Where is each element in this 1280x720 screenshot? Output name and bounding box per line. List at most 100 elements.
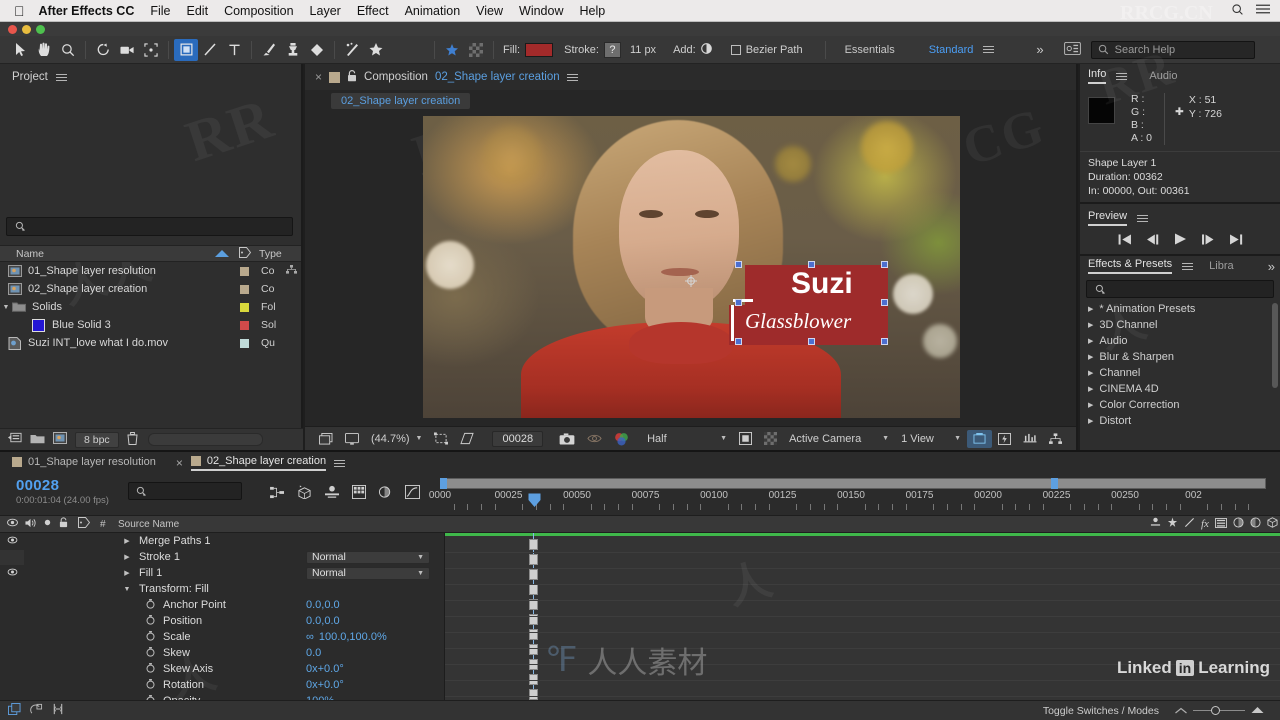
region-of-interest-icon[interactable] [428, 430, 454, 448]
stroke-width-value[interactable]: 11 px [630, 44, 656, 56]
new-comp-icon[interactable] [53, 432, 67, 447]
keyframe-marker[interactable] [529, 539, 538, 550]
workspace-essentials[interactable]: Essentials [845, 44, 895, 56]
menu-edit[interactable]: Edit [187, 4, 209, 18]
stopwatch-icon[interactable] [142, 646, 158, 660]
stroke-color-swatch[interactable]: ? [603, 41, 621, 58]
menu-animation[interactable]: Animation [405, 4, 461, 18]
transform-handle[interactable] [735, 261, 742, 268]
shy-icon[interactable] [1150, 517, 1161, 531]
first-frame-button[interactable] [1118, 232, 1132, 250]
3d-layer-icon[interactable] [1267, 517, 1278, 531]
motion-blur-footer-icon[interactable] [52, 703, 64, 718]
workspace-menu-icon[interactable] [983, 44, 995, 55]
close-icon[interactable]: × [315, 70, 322, 84]
fast-previews-icon[interactable] [992, 430, 1017, 448]
close-icon[interactable]: × [176, 456, 183, 470]
composition-panel-menu-icon[interactable] [566, 72, 578, 83]
close-window-button[interactable] [8, 24, 17, 34]
comp-flowchart-footer-icon[interactable] [8, 703, 21, 718]
pick-whip-icon[interactable] [1184, 517, 1195, 531]
anchor-point-marker[interactable] [685, 274, 697, 287]
rotation-tool[interactable] [91, 39, 115, 61]
lock-icon[interactable] [59, 517, 68, 531]
bezier-path-checkbox[interactable]: Bezier Path [730, 44, 803, 56]
menu-composition[interactable]: Composition [224, 4, 293, 18]
audio-icon[interactable] [25, 518, 36, 531]
breadcrumb[interactable]: 02_Shape layer creation [331, 93, 471, 109]
tab-libraries[interactable]: Libra [1209, 260, 1233, 272]
view-layout-selector[interactable]: 1 View ▼ [895, 430, 967, 448]
type-tool[interactable] [222, 39, 246, 61]
effects-category[interactable]: ▶ * Animation Presets [1080, 301, 1280, 317]
effects-icon[interactable] [1167, 517, 1178, 531]
transform-handle[interactable] [881, 299, 888, 306]
workspace-overflow-button[interactable]: » [1036, 42, 1043, 57]
bit-depth-button[interactable]: 8 bpc [75, 431, 119, 448]
timeline-layer-row[interactable]: ▶ Stroke 1 Normal ▼ [0, 549, 444, 565]
zoom-slider-knob[interactable] [1211, 706, 1220, 715]
keyframe-marker[interactable] [529, 689, 538, 700]
frame-blending-icon[interactable] [352, 485, 366, 504]
transparency-grid-icon[interactable] [758, 430, 783, 448]
roto-brush-tool[interactable] [340, 39, 364, 61]
play-button[interactable] [1174, 232, 1187, 250]
source-name-header[interactable]: Source Name [112, 519, 1150, 530]
timeline-panel-menu-icon[interactable] [334, 458, 346, 469]
layer-number-header[interactable]: # [100, 519, 106, 530]
zoom-out-icon[interactable] [1175, 705, 1187, 717]
pan-behind-tool[interactable] [139, 39, 163, 61]
property-value[interactable]: 0x+0.0° [306, 663, 344, 675]
resolution-selector[interactable]: Half ▼ [641, 430, 733, 448]
new-folder-icon[interactable] [30, 433, 45, 447]
effects-panel-menu-icon[interactable] [1182, 261, 1194, 272]
timeline-layer-row[interactable]: Skew Axis 0x+0.0° [0, 661, 444, 677]
eraser-tool[interactable] [305, 39, 329, 61]
timeline-layer-row[interactable]: Skew 0.0 [0, 645, 444, 661]
solo-icon[interactable] [43, 518, 52, 530]
workspace-standard[interactable]: Standard [929, 44, 974, 56]
previous-frame-button[interactable] [1146, 232, 1160, 250]
next-frame-button[interactable] [1201, 232, 1215, 250]
folder-twisty-icon[interactable]: ▼ [0, 304, 12, 311]
fx-icon[interactable]: fx [1201, 518, 1209, 530]
zoom-tool[interactable] [56, 39, 80, 61]
project-item[interactable]: Blue Solid 3 Sol [0, 316, 301, 334]
project-search-input[interactable] [6, 217, 293, 236]
comp-flowchart-icon[interactable] [1043, 430, 1068, 448]
effects-category[interactable]: ▶ Blur & Sharpen [1080, 349, 1280, 365]
chevron-right-icon[interactable]: ▶ [120, 537, 134, 545]
shape-tool[interactable] [174, 38, 198, 61]
link-constrain-icon[interactable]: ∞ [306, 631, 314, 643]
fill-color-swatch[interactable] [525, 42, 554, 57]
toggle-transparency-grid-footer-icon[interactable] [30, 703, 43, 718]
show-snapshot-icon[interactable] [581, 430, 608, 448]
timeline-layer-row[interactable]: Rotation 0x+0.0° [0, 677, 444, 693]
blend-mode-selector[interactable]: Normal ▼ [306, 550, 430, 564]
label-color-chip[interactable] [240, 338, 249, 348]
pen-tool[interactable] [198, 39, 222, 61]
mask-icon[interactable] [454, 430, 480, 448]
tab-info[interactable]: Info [1088, 68, 1107, 84]
timeline-ruler[interactable]: 0000 00025 00050 00075 00100 00125 00150 00175 0… [429, 490, 1280, 513]
stopwatch-icon[interactable] [142, 614, 158, 628]
work-area-start-handle[interactable] [440, 478, 447, 489]
effects-list-scrollbar[interactable] [1272, 303, 1278, 388]
label-color-chip[interactable] [240, 284, 249, 294]
effects-panel-overflow-button[interactable]: » [1268, 259, 1275, 274]
menu-layer[interactable]: Layer [310, 4, 341, 18]
transparency-grid-icon[interactable] [464, 39, 488, 61]
adjustment-icon[interactable] [1215, 517, 1227, 531]
sort-ascending-icon[interactable] [215, 248, 229, 260]
composition-mini-flowchart-icon[interactable] [270, 486, 285, 504]
timeline-tab-01[interactable]: 01_Shape layer resolution [12, 456, 156, 470]
chevron-down-icon[interactable]: ▼ [120, 586, 134, 593]
property-value[interactable]: 0.0,0.0 [306, 615, 340, 627]
property-value[interactable]: 0x+0.0° [306, 679, 344, 691]
menu-effect[interactable]: Effect [357, 4, 389, 18]
effects-category[interactable]: ▶ CINEMA 4D [1080, 381, 1280, 397]
effects-category[interactable]: ▶ 3D Channel [1080, 317, 1280, 333]
maximize-window-button[interactable] [36, 24, 45, 34]
project-item[interactable]: Suzi INT_love what I do.mov Qu [0, 334, 301, 352]
zoom-in-icon[interactable] [1251, 705, 1264, 717]
